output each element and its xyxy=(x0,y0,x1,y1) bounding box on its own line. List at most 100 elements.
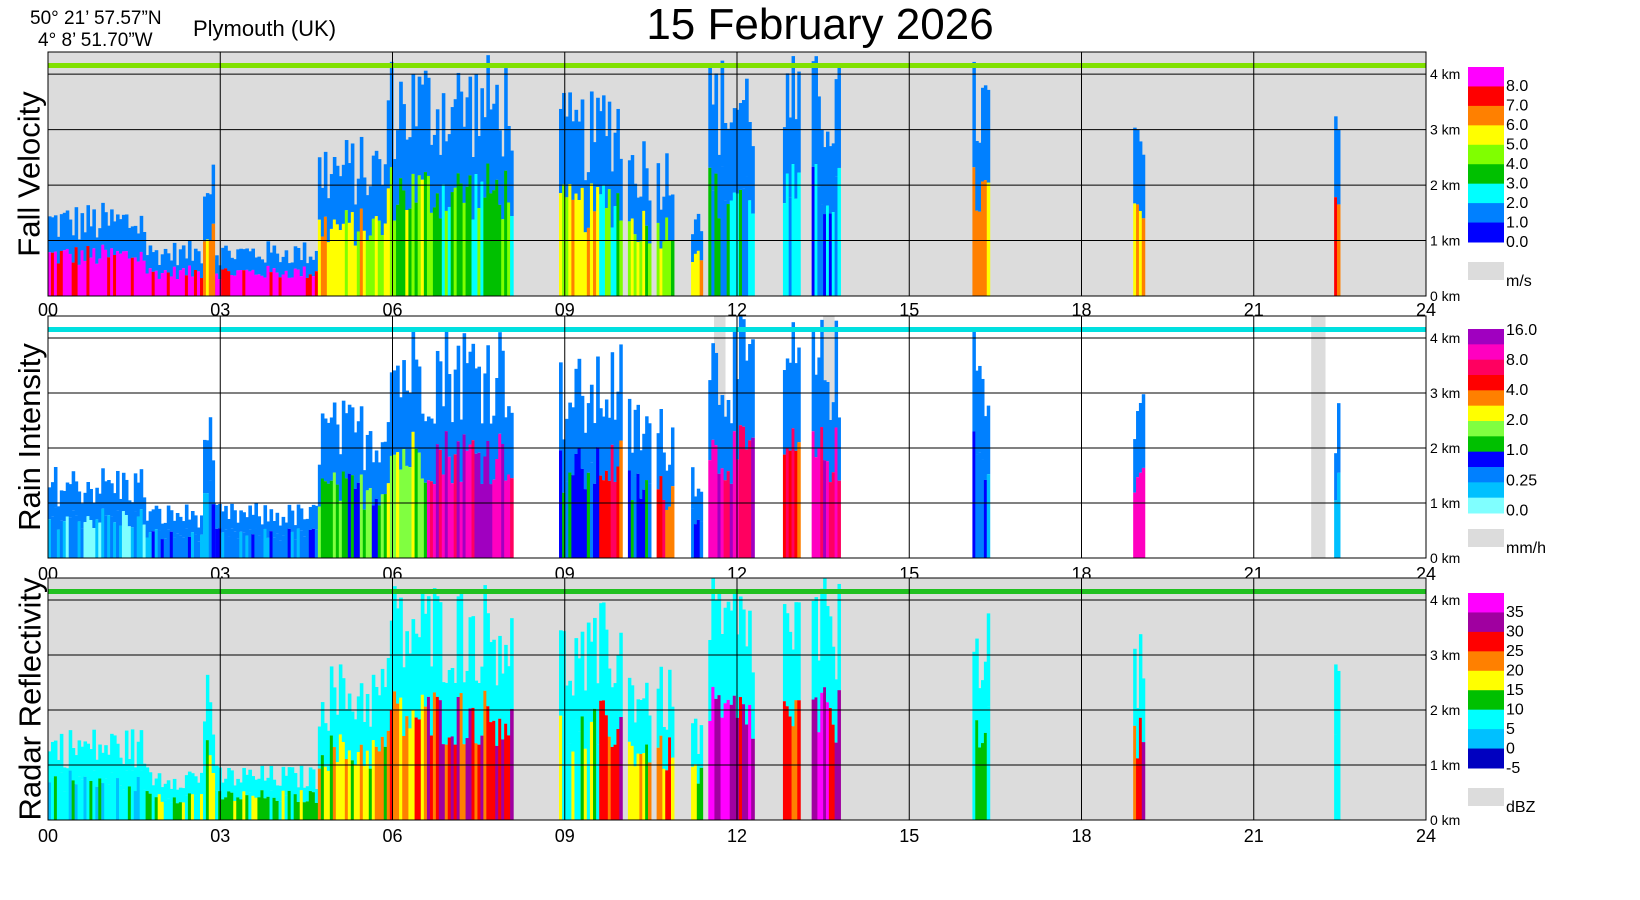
colorbar-swatch xyxy=(1468,748,1504,769)
colorbar-swatch xyxy=(1468,329,1504,345)
precip-cell-upper xyxy=(311,769,316,793)
colorbar-nodata-swatch xyxy=(1468,788,1504,806)
colorbar-label: 8.0 xyxy=(1506,352,1528,369)
precip-cell xyxy=(619,440,623,558)
precip-cell-upper xyxy=(130,729,135,771)
precip-cell xyxy=(699,767,704,820)
precip-cell xyxy=(751,738,755,820)
precip-event xyxy=(599,95,623,296)
colorbar-unit: dBZ xyxy=(1506,799,1536,816)
precip-cell-upper xyxy=(837,63,841,168)
precip-cell-upper xyxy=(359,406,364,475)
colorbar-label: 4.0 xyxy=(1506,156,1528,173)
colorbar-swatch xyxy=(1468,482,1504,499)
precip-cell-upper xyxy=(1337,403,1341,473)
precip-cell xyxy=(751,213,755,296)
precip-event xyxy=(145,503,319,558)
colorbar-swatch xyxy=(1468,709,1504,730)
colorbar-swatch xyxy=(1468,125,1504,146)
precip-cell-upper xyxy=(751,672,755,739)
colorbar-swatch xyxy=(1468,359,1504,376)
colorbar-swatch xyxy=(1468,344,1504,361)
y-tick-label: 2 km xyxy=(1430,702,1460,718)
precip-cell xyxy=(837,480,841,558)
colorbar-swatch xyxy=(1468,144,1504,165)
nodata-column xyxy=(1311,316,1326,558)
precip-cell-upper xyxy=(1337,670,1341,739)
precip-cell-upper xyxy=(211,734,216,773)
colorbar-swatch xyxy=(1468,375,1504,391)
colorbar-label: 1.0 xyxy=(1506,442,1528,459)
precip-cell xyxy=(797,442,801,558)
y-tick-label: 3 km xyxy=(1430,385,1460,401)
precip-cell xyxy=(510,478,514,558)
precip-cell xyxy=(1141,742,1146,820)
precip-cell-upper xyxy=(53,466,58,508)
precip-cell xyxy=(986,182,991,296)
precip-cell-upper xyxy=(834,320,839,428)
colorbar-label: 3.0 xyxy=(1506,176,1528,193)
colorbar-label: 1.0 xyxy=(1506,215,1528,232)
precip-cell-upper xyxy=(699,725,704,768)
x-tick-label: 00 xyxy=(38,826,58,846)
precip-cell-upper xyxy=(670,194,675,241)
precip-event xyxy=(782,602,801,820)
colorbar-label: 30 xyxy=(1506,624,1524,641)
x-tick-label: 09 xyxy=(555,826,575,846)
precip-cell-upper xyxy=(751,339,755,438)
colorbar-unit: m/s xyxy=(1506,273,1532,290)
precip-cell xyxy=(986,474,991,558)
colorbar-label: 0 xyxy=(1506,741,1515,758)
x-tick-label: 12 xyxy=(727,826,747,846)
colorbar-swatch xyxy=(1468,436,1504,453)
precip-cell xyxy=(1141,467,1146,558)
colorbar-label: 16.0 xyxy=(1506,322,1537,339)
precip-cell-upper xyxy=(559,362,563,451)
x-tick-label: 18 xyxy=(1071,826,1091,846)
precip-cell xyxy=(751,437,755,558)
colorbar-swatch xyxy=(1468,390,1504,407)
precip-cell-upper xyxy=(699,231,704,261)
precip-cell xyxy=(797,172,801,296)
colorbar-unit: mm/h xyxy=(1506,540,1546,557)
precip-cell-upper xyxy=(211,164,216,224)
y-tick-label: 3 km xyxy=(1430,647,1460,663)
precip-cell xyxy=(670,240,675,296)
panel-0: 0 km1 km2 km3 km4 km00 03 06 09 12 15 18 21 248.… xyxy=(38,51,1532,320)
colorbar-label: 25 xyxy=(1506,643,1524,660)
colorbar-swatch xyxy=(1468,497,1504,514)
colorbar-label: 20 xyxy=(1506,663,1524,680)
precip-cell-upper xyxy=(1141,394,1146,468)
colorbar-label: 4.0 xyxy=(1506,382,1528,399)
precip-event xyxy=(1334,116,1341,296)
precip-cell-upper xyxy=(986,405,991,475)
precip-cell-upper xyxy=(619,158,623,221)
precip-cell xyxy=(510,708,514,820)
panel-2: 0 km1 km2 km3 km4 km00 03 06 09 12 15 18 21 2435… xyxy=(38,577,1536,846)
colorbar-swatch xyxy=(1468,203,1504,224)
panel-1: 0 km1 km2 km3 km4 km00 03 06 09 12 15 18 21 2416… xyxy=(38,315,1546,584)
colorbar-label: 7.0 xyxy=(1506,98,1528,115)
precip-cell-upper xyxy=(670,427,675,487)
colorbar-swatch xyxy=(1468,467,1504,483)
precip-cell xyxy=(797,700,801,820)
precip-cell xyxy=(211,223,216,296)
colorbar-swatch xyxy=(1468,593,1504,613)
colorbar-swatch xyxy=(1468,421,1504,437)
y-tick-label: 4 km xyxy=(1430,66,1460,82)
colorbar: 16.0 8.0 4.0 2.0 1.0 0.25 0.0 mm/h xyxy=(1468,322,1546,557)
x-tick-label: 03 xyxy=(210,826,230,846)
precip-cell-upper xyxy=(59,733,64,773)
x-tick-label: 15 xyxy=(899,826,919,846)
colorbar-nodata-swatch xyxy=(1468,262,1504,280)
precip-cell xyxy=(837,167,841,296)
precip-cell-upper xyxy=(648,423,652,484)
precip-cell xyxy=(1141,218,1146,296)
y-tick-label: 1 km xyxy=(1430,495,1460,511)
precip-cell xyxy=(699,521,704,558)
colorbar-swatch xyxy=(1468,631,1504,652)
precip-cell-upper xyxy=(1337,129,1341,205)
precip-cell-upper xyxy=(797,71,801,173)
mrr-time-height-charts: 0 km1 km2 km3 km4 km00 03 06 09 12 15 18 21 248.… xyxy=(38,51,1546,846)
precip-cell-upper xyxy=(510,618,514,709)
